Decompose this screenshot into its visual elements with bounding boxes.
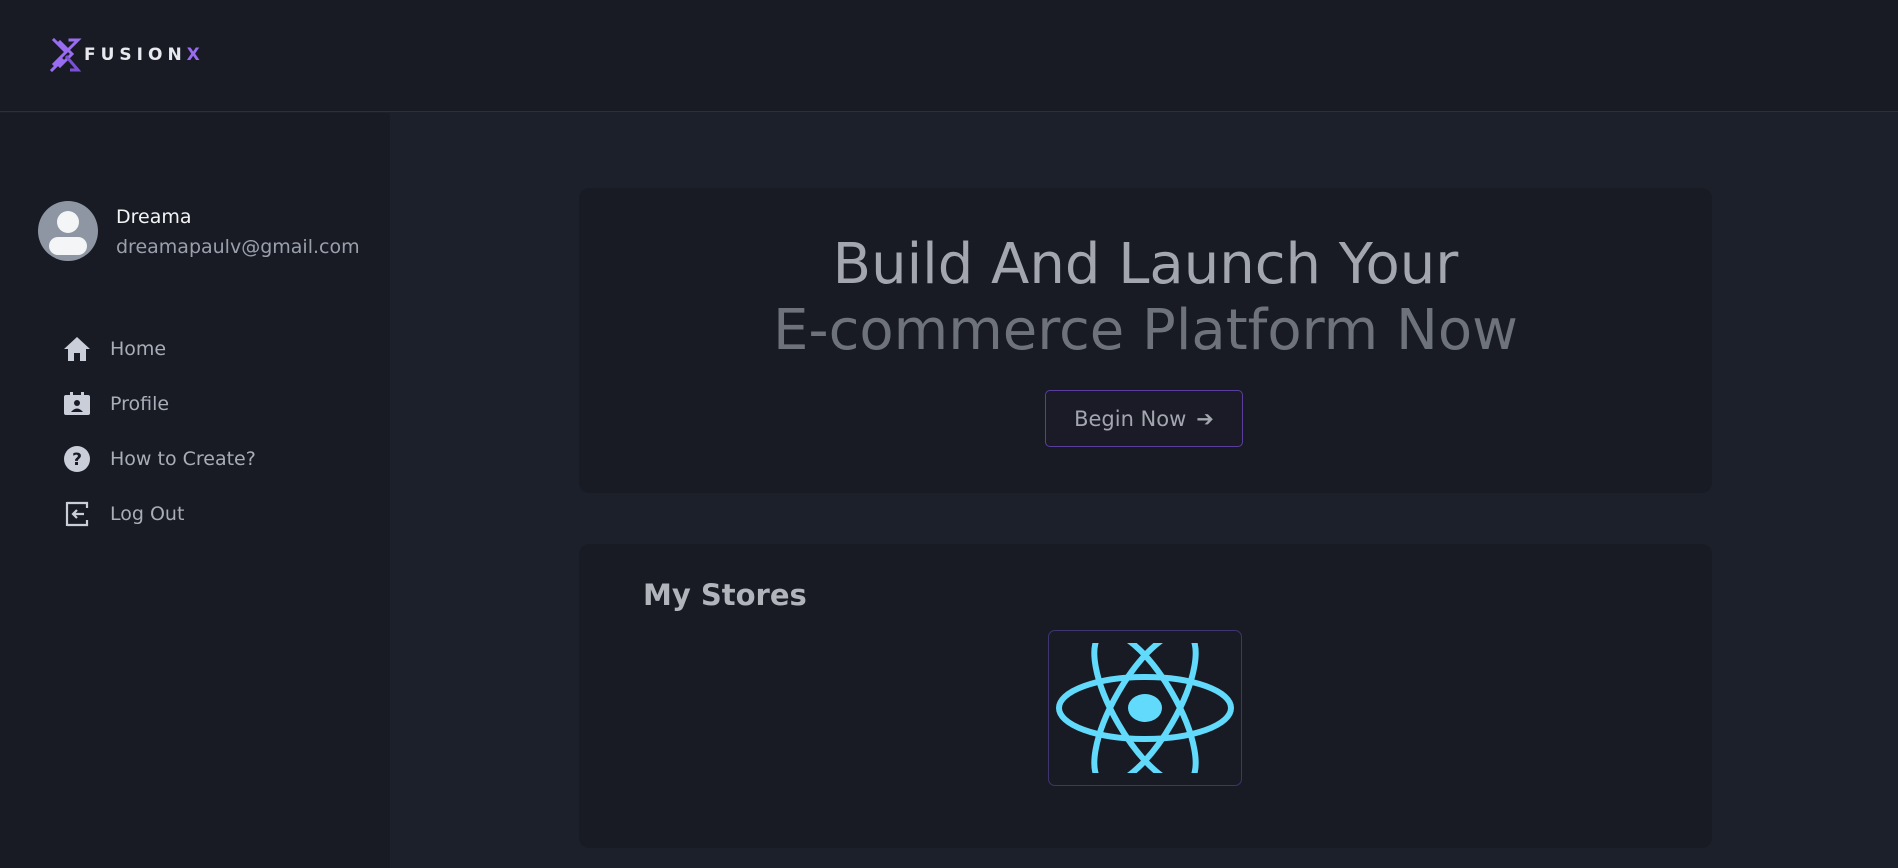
id-badge-icon xyxy=(62,389,92,419)
sidebar: Dreama dreamapaulv@gmail.com Home Profil… xyxy=(0,113,390,868)
brand-name: FUSIONX xyxy=(84,45,200,65)
sidebar-item-label: Home xyxy=(110,337,167,360)
hero-title-line-1: Build And Launch Your xyxy=(832,232,1459,297)
brand-logo[interactable]: FUSIONX xyxy=(50,36,200,74)
user-profile: Dreama dreamapaulv@gmail.com xyxy=(38,201,360,261)
begin-now-label: Begin Now xyxy=(1074,406,1187,431)
sidebar-item-how-to-create[interactable]: ? How to Create? xyxy=(62,431,256,486)
arrow-right-icon: ➔ xyxy=(1196,406,1214,431)
svg-text:?: ? xyxy=(72,450,82,470)
my-stores-card: My Stores xyxy=(579,544,1712,848)
fusionx-logo-icon xyxy=(50,37,82,73)
question-circle-icon: ? xyxy=(62,444,92,474)
home-icon xyxy=(62,334,92,364)
begin-now-button[interactable]: Begin Now ➔ xyxy=(1045,390,1243,447)
brand-name-main: FUSION xyxy=(84,45,187,65)
avatar xyxy=(38,201,98,261)
store-tile[interactable] xyxy=(1048,630,1242,786)
sidebar-item-label: Log Out xyxy=(110,502,185,525)
top-bar: FUSIONX xyxy=(0,0,1898,112)
sidebar-item-label: Profile xyxy=(110,392,170,415)
react-logo-icon xyxy=(1056,643,1234,773)
sidebar-item-profile[interactable]: Profile xyxy=(62,376,256,431)
sidebar-item-home[interactable]: Home xyxy=(62,321,256,376)
sidebar-nav: Home Profile ? How to Create? Log Out xyxy=(62,321,256,541)
sidebar-item-log-out[interactable]: Log Out xyxy=(62,486,256,541)
sidebar-item-label: How to Create? xyxy=(110,447,256,470)
avatar-body-shape xyxy=(49,237,87,255)
hero-card: Build And Launch Your E-commerce Platfor… xyxy=(579,188,1712,493)
logout-icon xyxy=(62,499,92,529)
user-info: Dreama dreamapaulv@gmail.com xyxy=(116,205,360,259)
brand-name-accent: X xyxy=(186,45,200,65)
user-email: dreamapaulv@gmail.com xyxy=(116,236,360,258)
user-name: Dreama xyxy=(116,206,192,228)
my-stores-title: My Stores xyxy=(643,578,807,612)
avatar-head-shape xyxy=(57,211,79,233)
hero-title-line-2: E-commerce Platform Now xyxy=(773,298,1518,363)
